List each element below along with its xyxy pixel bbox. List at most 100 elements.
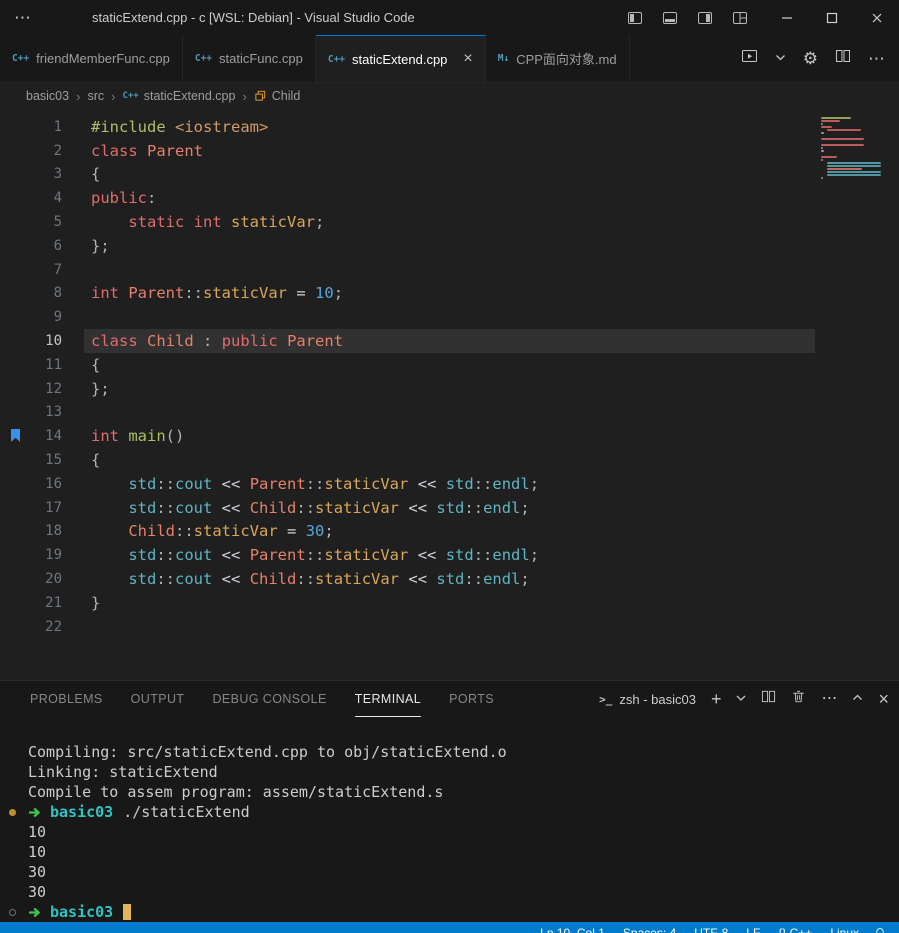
more-actions-icon[interactable]: ⋯ xyxy=(868,50,885,67)
close-panel-icon[interactable]: × xyxy=(878,690,889,708)
line-number: 6 xyxy=(0,238,62,254)
code-text: std::cout << Child::staticVar << std::en… xyxy=(91,570,530,588)
editor-actions: ⚙ ⋯ xyxy=(727,35,899,82)
tab-cpp-md[interactable]: M↓CPP面向对象.md xyxy=(486,35,630,82)
minimap[interactable] xyxy=(821,117,883,182)
layout-controls xyxy=(627,10,748,26)
close-tab-icon[interactable]: × xyxy=(463,51,472,67)
code-text: { xyxy=(91,451,100,469)
line-number: 17 xyxy=(0,500,62,516)
maximize-panel-chevron-icon[interactable] xyxy=(852,690,863,708)
minimap-line xyxy=(827,129,861,131)
panel-tab-problems[interactable]: PROBLEMS xyxy=(30,681,103,717)
cpp-file-icon: C++ xyxy=(195,53,212,64)
maximize-button[interactable] xyxy=(809,0,854,35)
code-line[interactable]: 5 static int staticVar; xyxy=(0,210,899,234)
terminal-icon: >_ xyxy=(599,693,612,706)
line-number: 12 xyxy=(0,381,62,397)
line-number: 10 xyxy=(0,333,62,349)
code-line[interactable]: 2class Parent xyxy=(0,139,899,163)
toggle-primary-sidebar-icon[interactable] xyxy=(627,10,643,26)
minimap-line xyxy=(821,126,832,128)
code-line[interactable]: 19 std::cout << Parent::staticVar << std… xyxy=(0,543,899,567)
status-item-linux[interactable]: Linux xyxy=(830,926,859,933)
code-line[interactable]: 4public: xyxy=(0,186,899,210)
status-item-lf[interactable]: LF xyxy=(746,926,760,933)
launch-profile-chevron-icon[interactable] xyxy=(736,690,746,708)
minimap-line xyxy=(821,138,864,140)
status-item-ln-10-col-1[interactable]: Ln 10, Col 1 xyxy=(540,926,605,933)
minimize-button[interactable] xyxy=(764,0,809,35)
line-number: 18 xyxy=(0,523,62,539)
menu-overflow-icon[interactable]: ⋯ xyxy=(0,8,46,28)
gear-icon[interactable]: ⚙ xyxy=(803,50,818,67)
code-text: { xyxy=(91,165,100,183)
terminal-line: Compile to assem program: assem/staticEx… xyxy=(28,782,899,802)
breadcrumb-item-child[interactable]: Child xyxy=(254,89,301,103)
breadcrumb-item-staticextend-cpp[interactable]: C++staticExtend.cpp xyxy=(122,89,235,103)
code-line[interactable]: 21} xyxy=(0,591,899,615)
new-terminal-button[interactable]: + xyxy=(711,690,722,708)
panel-tab-output[interactable]: OUTPUT xyxy=(131,681,185,717)
status-item-utf-8[interactable]: UTF-8 xyxy=(694,926,728,933)
terminal-line: basic03 xyxy=(28,902,899,922)
code-line[interactable]: 20 std::cout << Child::staticVar << std:… xyxy=(0,567,899,591)
toggle-secondary-sidebar-icon[interactable] xyxy=(697,10,713,26)
minimap-line xyxy=(827,171,881,173)
breadcrumb-label: staticExtend.cpp xyxy=(144,89,236,103)
status-item-spaces-4[interactable]: Spaces: 4 xyxy=(623,926,676,933)
breadcrumb-item-basic03[interactable]: basic03 xyxy=(26,89,69,103)
command-decoration-icon[interactable] xyxy=(9,809,16,816)
breadcrumb-item-src[interactable]: src xyxy=(87,89,104,103)
bookmark-icon[interactable] xyxy=(10,428,21,447)
kill-terminal-trash-icon[interactable] xyxy=(791,689,806,709)
class-symbol-icon xyxy=(254,89,267,103)
line-number: 15 xyxy=(0,452,62,468)
code-text: }; xyxy=(91,237,110,255)
command-decoration-icon[interactable] xyxy=(9,909,16,916)
code-line[interactable]: 15 { xyxy=(0,448,899,472)
terminal[interactable]: Compiling: src/staticExtend.cpp to obj/s… xyxy=(0,717,899,922)
panel-more-actions-icon[interactable]: ⋯ xyxy=(821,691,837,707)
prompt-arrow-icon xyxy=(28,803,41,823)
code-line[interactable]: 13 xyxy=(0,401,899,425)
tab-staticfunc-cpp[interactable]: C++staticFunc.cpp xyxy=(183,35,316,82)
code-line[interactable]: 14int main() xyxy=(0,424,899,448)
code-line[interactable]: 16 std::cout << Parent::staticVar << std… xyxy=(0,472,899,496)
panel-tab-debug-console[interactable]: DEBUG CONSOLE xyxy=(212,681,326,717)
code-line[interactable]: 8int Parent::staticVar = 10; xyxy=(0,282,899,306)
split-terminal-icon[interactable] xyxy=(761,689,776,709)
panel-tab-terminal[interactable]: TERMINAL xyxy=(355,681,421,717)
breadcrumb-separator-icon: › xyxy=(111,89,115,104)
split-editor-icon[interactable] xyxy=(835,48,851,69)
line-number: 19 xyxy=(0,547,62,563)
code-line[interactable]: 11{ xyxy=(0,353,899,377)
chevron-down-icon[interactable] xyxy=(775,50,786,68)
panel-tab-ports[interactable]: PORTS xyxy=(449,681,494,717)
minimap-line xyxy=(821,177,823,179)
panel: PROBLEMS OUTPUT DEBUG CONSOLE TERMINAL PORTS… xyxy=(0,680,899,922)
line-number: 13 xyxy=(0,404,62,420)
tab-friendmemberfunc-cpp[interactable]: C++friendMemberFunc.cpp xyxy=(0,35,183,82)
code-line[interactable]: 22 xyxy=(0,615,899,639)
panel-header: PROBLEMS OUTPUT DEBUG CONSOLE TERMINAL PORTS… xyxy=(0,681,899,717)
customize-layout-icon[interactable] xyxy=(732,10,748,26)
code-line[interactable]: 10class Child : public Parent xyxy=(0,329,899,353)
code-line[interactable]: 1#include <iostream> xyxy=(0,115,899,139)
status-item-c[interactable]: {} C++ xyxy=(778,926,812,933)
code-line[interactable]: 6}; xyxy=(0,234,899,258)
code-line[interactable]: 9 xyxy=(0,305,899,329)
terminal-selector[interactable]: >_ zsh - basic03 xyxy=(599,692,696,707)
terminal-selector-label: zsh - basic03 xyxy=(619,692,696,707)
toggle-panel-icon[interactable] xyxy=(662,10,678,26)
code-line[interactable]: 17 std::cout << Child::staticVar << std:… xyxy=(0,496,899,520)
code-line[interactable]: 12}; xyxy=(0,377,899,401)
code-line[interactable]: 3{ xyxy=(0,163,899,187)
code-line[interactable]: 7 xyxy=(0,258,899,282)
window-controls xyxy=(764,0,899,35)
tab-staticextend-cpp[interactable]: C++staticExtend.cpp× xyxy=(316,35,486,82)
markdown-preview-icon[interactable] xyxy=(741,48,758,69)
close-window-button[interactable] xyxy=(854,0,899,35)
notifications-bell-icon[interactable] xyxy=(873,926,887,933)
code-line[interactable]: 18 Child::staticVar = 30; xyxy=(0,520,899,544)
